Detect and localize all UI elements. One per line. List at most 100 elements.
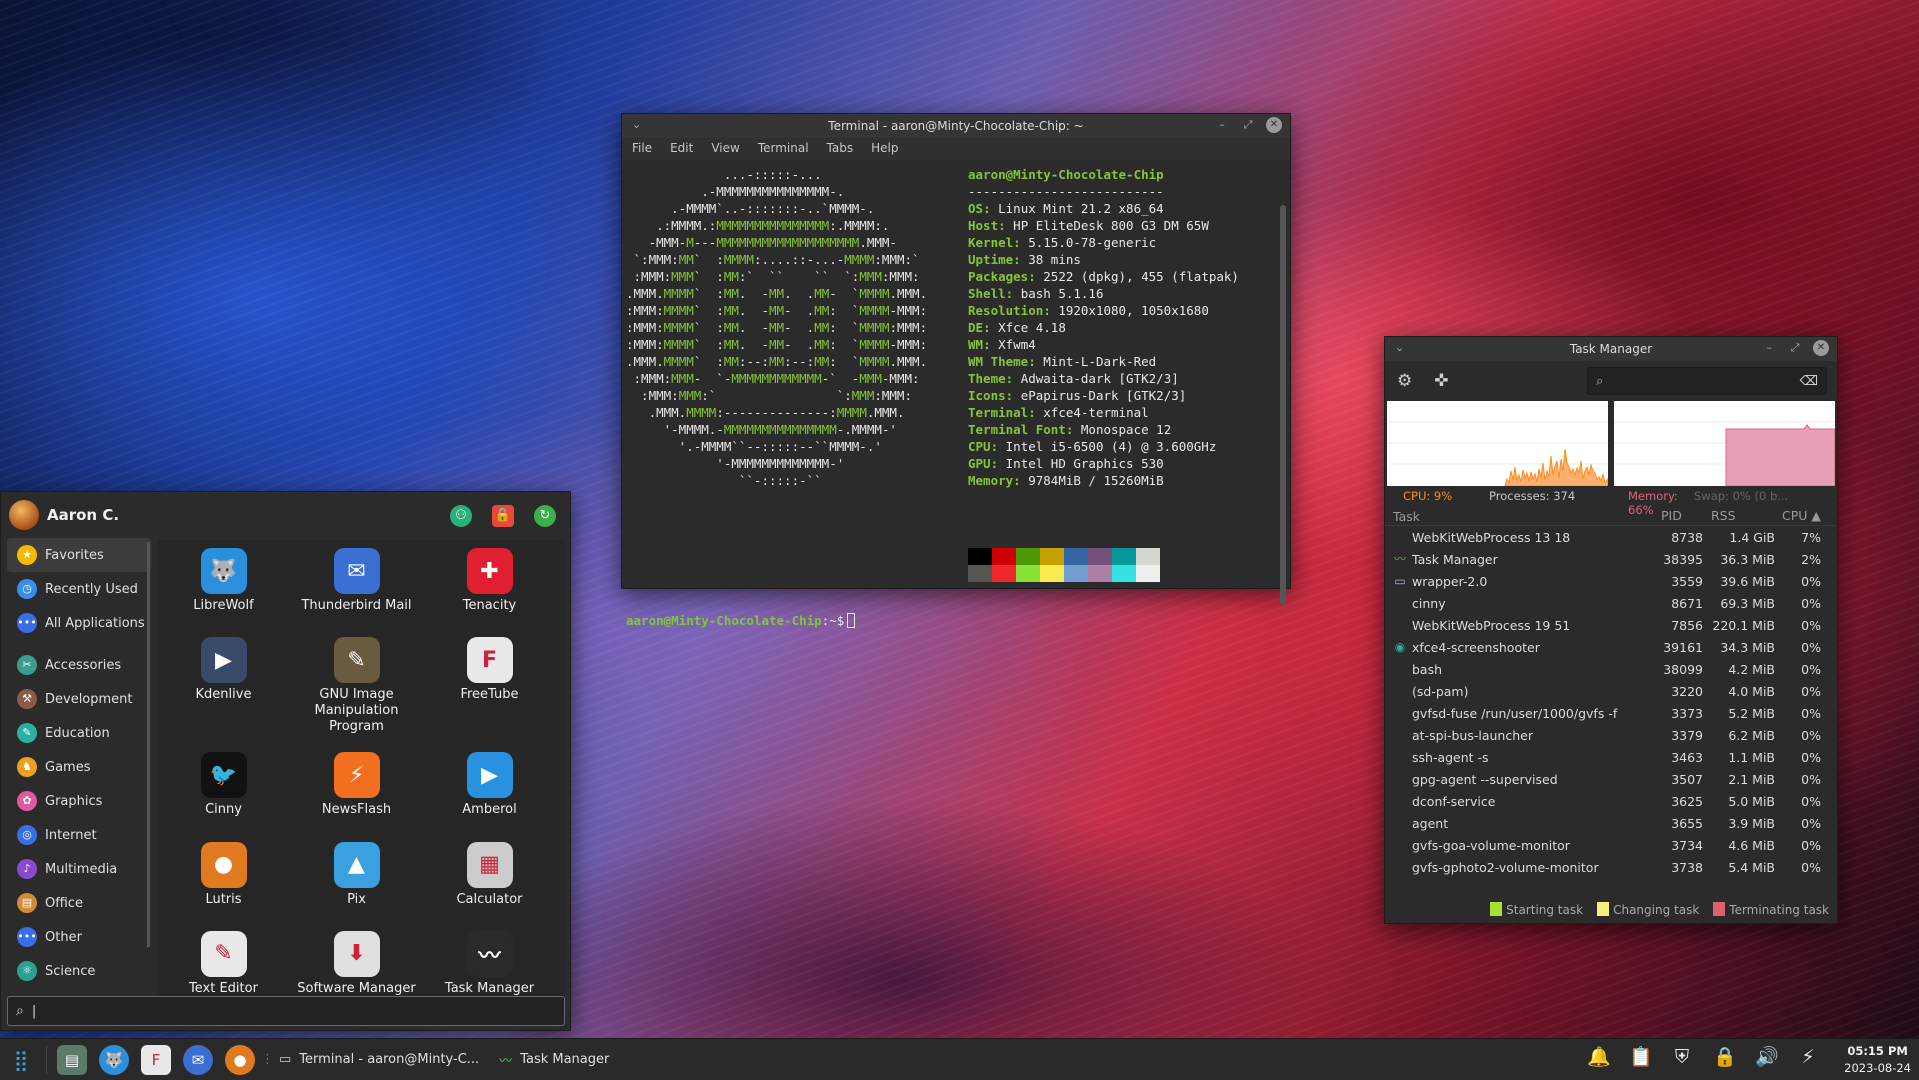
menu-tabs[interactable]: Tabs <box>827 138 862 160</box>
app-launcher-freetube[interactable]: F FreeTube <box>423 637 556 746</box>
column-task[interactable]: Task <box>1385 508 1653 525</box>
table-row[interactable]: ◉ xfce4-screenshooter 39161 34.3 MiB 0% <box>1385 636 1837 658</box>
close-button[interactable]: ✕ <box>1266 117 1282 133</box>
terminal-scrollbar[interactable] <box>1280 205 1286 605</box>
menu-file[interactable]: File <box>632 138 660 160</box>
files-launcher-icon[interactable]: ▤ <box>57 1044 87 1075</box>
table-row[interactable]: bash 38099 4.2 MiB 0% <box>1385 658 1837 680</box>
menu-edit[interactable]: Edit <box>670 138 701 160</box>
notifications-bell-icon[interactable]: 🔔 <box>1587 1045 1611 1068</box>
menu-help[interactable]: Help <box>871 138 906 160</box>
menu-view[interactable]: View <box>711 138 747 160</box>
category-item-other[interactable]: ••• Other <box>7 920 151 954</box>
category-item-development[interactable]: ⚒ Development <box>7 682 151 716</box>
table-row[interactable]: at-spi-bus-launcher 3379 6.2 MiB 0% <box>1385 724 1837 746</box>
task-manager-titlebar[interactable]: ⌄ Task Manager – ⤢ ✕ <box>1385 337 1837 361</box>
app-launcher-cinny[interactable]: 🐦 Cinny <box>157 752 290 835</box>
crosshair-icon[interactable]: ✜ <box>1434 371 1448 391</box>
category-item-science[interactable]: ⚛ Science <box>7 954 151 988</box>
category-item-education[interactable]: ✎ Education <box>7 716 151 750</box>
column-pid[interactable]: PID <box>1653 508 1703 525</box>
maximize-button[interactable]: ⤢ <box>1240 117 1256 133</box>
shell-prompt[interactable]: aaron@Minty-Chocolate-Chip:~$ <box>626 612 856 629</box>
category-item-games[interactable]: ♞ Games <box>7 750 151 784</box>
minimize-button[interactable]: – <box>1761 340 1777 356</box>
clear-search-icon[interactable]: ⌫ <box>1800 374 1818 389</box>
app-launcher-tenacity[interactable]: ✚ Tenacity <box>423 548 556 631</box>
maximize-button[interactable]: ⤢ <box>1787 340 1803 356</box>
taskbar-divider <box>46 1045 47 1074</box>
app-name: FreeTube <box>460 687 519 703</box>
app-launcher-librewolf[interactable]: 🐺 LibreWolf <box>157 548 290 631</box>
column-rss[interactable]: RSS <box>1703 508 1775 525</box>
table-row[interactable]: 〰 Task Manager 38395 36.3 MiB 2% <box>1385 548 1837 570</box>
librewolf-launcher-icon[interactable]: 🐺 <box>99 1044 129 1075</box>
settings-gear-icon[interactable]: ⚙ <box>1397 371 1412 391</box>
table-row[interactable]: agent 3655 3.9 MiB 0% <box>1385 812 1837 834</box>
column-cpu[interactable]: CPU ▲ <box>1775 508 1827 525</box>
category-scrollbar[interactable] <box>147 542 150 947</box>
window-menu-icon[interactable]: ⌄ <box>632 118 641 131</box>
minimize-button[interactable]: – <box>1214 117 1230 133</box>
app-launcher-kdenlive[interactable]: ▶ Kdenlive <box>157 637 290 746</box>
table-row[interactable]: gvfs-goa-volume-monitor 3734 4.6 MiB 0% <box>1385 834 1837 856</box>
shield-icon[interactable]: ⛨ <box>1671 1046 1693 1068</box>
newsflash-icon: ⚡ <box>333 752 380 799</box>
taskbar-taskmanager-task[interactable]: 〰 Task Manager <box>489 1043 619 1077</box>
app-launcher-newsflash[interactable]: ⚡ NewsFlash <box>290 752 423 835</box>
terminal-titlebar[interactable]: ⌄ Terminal - aaron@Minty-Chocolate-Chip:… <box>622 114 1290 138</box>
table-row[interactable]: ▭ wrapper-2.0 3559 39.6 MiB 0% <box>1385 570 1837 592</box>
menu-terminal[interactable]: Terminal <box>758 138 817 160</box>
app-menu-button[interactable]: ⣿ <box>6 1045 36 1075</box>
app-name: Tenacity <box>462 598 517 613</box>
user-settings-icon[interactable]: ⚇ <box>450 505 472 527</box>
thunderbird-launcher-icon[interactable]: ✉ <box>183 1044 213 1075</box>
task-name: Task Manager <box>1412 551 1498 567</box>
volume-icon[interactable]: 🔊 <box>1755 1045 1779 1068</box>
category-item-favorites[interactable]: ★ Favorites <box>7 538 151 572</box>
app-launcher-calculator[interactable]: ▦ Calculator <box>423 841 556 925</box>
terminal-body[interactable]: ...-:::::-... .-MMMMMMMMMMMMMMM-. .-MMMM… <box>622 160 1290 628</box>
table-row[interactable]: gvfsd-fuse /run/user/1000/gvfs -f 3373 5.2… <box>1385 702 1837 724</box>
freetube-launcher-icon[interactable]: F <box>141 1044 171 1075</box>
app-launcher-thunderbird-mail[interactable]: ✉ Thunderbird Mail <box>290 548 423 631</box>
table-row[interactable]: ssh-agent -s 3463 1.1 MiB 0% <box>1385 746 1837 768</box>
switch-user-icon[interactable]: ↻ <box>534 505 556 527</box>
table-row[interactable]: gvfs-gphoto2-volume-monitor 3738 5.4 MiB 0% <box>1385 856 1837 878</box>
window-menu-icon[interactable]: ⌄ <box>1395 341 1404 354</box>
table-row[interactable]: gpg-agent --supervised 3507 2.1 MiB 0% <box>1385 768 1837 790</box>
category-item-recently-used[interactable]: ◷ Recently Used <box>7 572 151 606</box>
taskbar-terminal-task[interactable]: ▭ Terminal - aaron@Minty-C... <box>269 1043 489 1077</box>
category-item-office[interactable]: ▤ Office <box>7 886 151 920</box>
task-manager-window[interactable]: ⌄ Task Manager – ⤢ ✕ ⚙ ✜ ⌕ ⌫ CPU: 9% Pro… <box>1384 336 1838 924</box>
app-launcher-pix[interactable]: ▲ Pix <box>290 841 423 925</box>
task-search-input[interactable]: ⌕ ⌫ <box>1587 367 1827 395</box>
lock-screen-icon[interactable]: 🔒 <box>492 505 514 527</box>
table-row[interactable]: dconf-service 3625 5.0 MiB 0% <box>1385 790 1837 812</box>
table-row[interactable]: (sd-pam) 3220 4.0 MiB 0% <box>1385 680 1837 702</box>
category-item-internet[interactable]: ◎ Internet <box>7 818 151 852</box>
category-item-graphics[interactable]: ✿ Graphics <box>7 784 151 818</box>
task-rss: 6.2 MiB <box>1728 727 1775 743</box>
app-launcher-amberol[interactable]: ▶ Amberol <box>423 752 556 835</box>
clock[interactable]: 05:15 PM 2023-08-24 <box>1844 1043 1911 1077</box>
menu-search-input[interactable]: ⌕ | <box>7 996 565 1026</box>
task-rss: 69.3 MiB <box>1720 595 1775 611</box>
app-launcher-lutris[interactable]: ● Lutris <box>157 841 290 925</box>
category-item-accessories[interactable]: ✂ Accessories <box>7 648 151 682</box>
terminal-window[interactable]: ⌄ Terminal - aaron@Minty-Chocolate-Chip:… <box>621 113 1291 628</box>
close-button[interactable]: ✕ <box>1813 340 1829 356</box>
category-item-multimedia[interactable]: ♪ Multimedia <box>7 852 151 886</box>
updates-lock-icon[interactable]: 🔒 <box>1713 1045 1737 1068</box>
power-plug-icon[interactable]: ⚡ <box>1797 1046 1819 1068</box>
clipboard-icon[interactable]: 📋 <box>1629 1045 1653 1068</box>
app-launcher-gnu-image-manipulation-program[interactable]: ✎ GNU Image Manipulation Program <box>290 637 423 746</box>
table-row[interactable]: WebKitWebProcess 19 51 7856 220.1 MiB 0% <box>1385 614 1837 636</box>
category-item-all-applications[interactable]: ••• All Applications <box>7 606 151 640</box>
lutris-launcher-icon[interactable]: ● <box>225 1044 255 1075</box>
table-row[interactable]: cinny 8671 69.3 MiB 0% <box>1385 592 1837 614</box>
avatar[interactable] <box>9 500 39 530</box>
multimedia-icon: ♪ <box>17 859 37 879</box>
table-row[interactable]: WebKitWebProcess 13 18 8738 1.4 GiB 7% <box>1385 526 1837 548</box>
application-menu[interactable]: Aaron C. ⚇ 🔒 ↻ ★ Favorites ◷ Recently Used •… <box>0 491 571 1031</box>
